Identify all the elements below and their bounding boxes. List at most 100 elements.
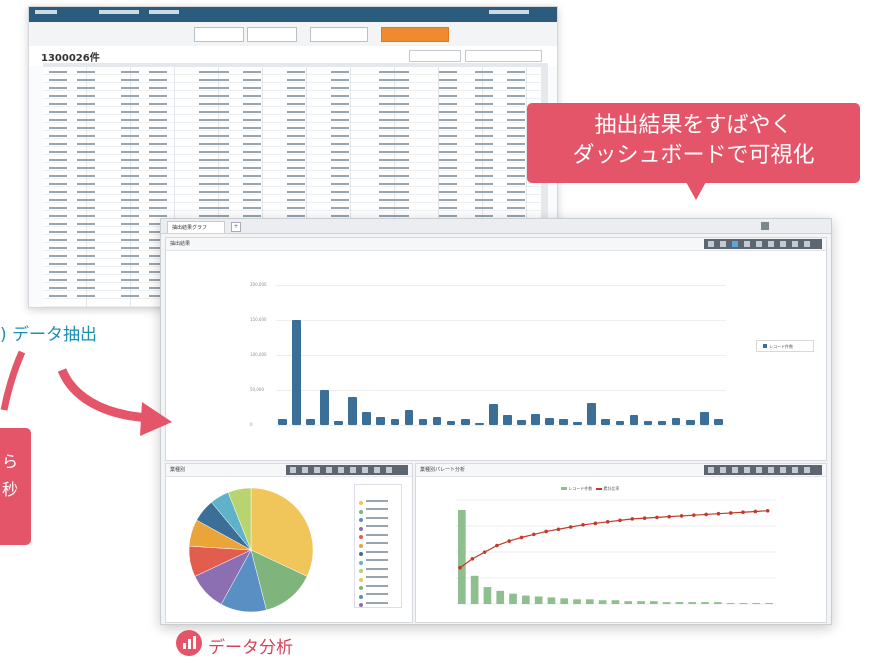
pareto-bar[interactable]: [560, 598, 569, 604]
export-button[interactable]: [381, 27, 449, 42]
pareto-bar[interactable]: [701, 602, 709, 604]
gridline: [276, 425, 726, 426]
bar[interactable]: [446, 420, 456, 425]
pareto-point[interactable]: [581, 523, 585, 527]
bar[interactable]: [432, 416, 442, 425]
bar[interactable]: [545, 418, 554, 425]
pareto-toolbar[interactable]: [704, 465, 822, 475]
pareto-point[interactable]: [692, 513, 696, 517]
pareto-bar[interactable]: [586, 599, 594, 604]
pareto-point[interactable]: [667, 514, 672, 519]
bar[interactable]: [643, 420, 653, 425]
view-tab-button-2[interactable]: [247, 27, 297, 42]
bar[interactable]: [376, 416, 386, 425]
bar[interactable]: [334, 420, 343, 425]
pareto-bar[interactable]: [637, 601, 645, 604]
pareto-bar[interactable]: [714, 602, 722, 604]
pareto-bar[interactable]: [739, 603, 748, 604]
pareto-bar[interactable]: [688, 602, 697, 604]
pareto-bar[interactable]: [573, 599, 581, 604]
pareto-bar[interactable]: [509, 593, 517, 604]
pareto-point[interactable]: [741, 510, 745, 515]
bar[interactable]: [278, 419, 287, 425]
filter-button[interactable]: [409, 50, 461, 62]
pareto-bar[interactable]: [752, 603, 761, 604]
pareto-bar[interactable]: [624, 601, 633, 604]
pareto-point[interactable]: [507, 539, 512, 543]
bar[interactable]: [474, 422, 484, 425]
view-tab-button-1[interactable]: [194, 27, 244, 42]
table-cell: [439, 167, 457, 169]
bar[interactable]: [629, 415, 639, 425]
bar[interactable]: [685, 420, 695, 425]
pareto-point[interactable]: [458, 565, 462, 570]
bar[interactable]: [699, 412, 709, 425]
pareto-point[interactable]: [642, 516, 647, 520]
pareto-point[interactable]: [765, 508, 770, 513]
bar[interactable]: [404, 409, 414, 425]
pareto-point[interactable]: [704, 512, 708, 517]
pareto-point[interactable]: [556, 527, 561, 532]
bar[interactable]: [671, 418, 681, 425]
pareto-bar[interactable]: [675, 602, 684, 604]
pareto-point[interactable]: [753, 509, 758, 514]
bar[interactable]: [657, 420, 667, 425]
bar[interactable]: [573, 421, 583, 425]
pareto-point[interactable]: [679, 514, 684, 518]
bar[interactable]: [531, 413, 540, 425]
bar[interactable]: [517, 420, 526, 425]
bar[interactable]: [292, 320, 301, 425]
bar[interactable]: [601, 419, 611, 425]
table-cell: [439, 207, 457, 209]
table-cell: [199, 127, 229, 129]
bar[interactable]: [362, 412, 372, 425]
pareto-point[interactable]: [482, 550, 487, 554]
pareto-bar[interactable]: [534, 596, 543, 604]
bar[interactable]: [488, 404, 498, 425]
tab-extract-results[interactable]: 抽出結果グラフ: [167, 221, 225, 233]
pareto-bar[interactable]: [470, 575, 479, 604]
pareto-point[interactable]: [593, 521, 598, 526]
pareto-point[interactable]: [495, 543, 499, 548]
bar[interactable]: [713, 418, 723, 425]
bar[interactable]: [348, 397, 358, 425]
pareto-bar[interactable]: [496, 590, 505, 604]
pareto-point[interactable]: [544, 529, 548, 534]
pareto-bar[interactable]: [765, 603, 773, 604]
pareto-point[interactable]: [655, 515, 659, 520]
chart-toolbar[interactable]: [704, 239, 822, 249]
bar[interactable]: [615, 420, 625, 425]
pareto-bar[interactable]: [458, 510, 466, 604]
bar[interactable]: [503, 415, 512, 425]
pie-toolbar[interactable]: [286, 465, 408, 475]
print-icon[interactable]: [761, 222, 769, 230]
table-cell: [199, 143, 229, 145]
pareto-bar[interactable]: [522, 595, 530, 604]
pareto-bar[interactable]: [662, 602, 671, 604]
pareto-point[interactable]: [618, 518, 622, 523]
bar[interactable]: [559, 418, 568, 425]
pareto-bar[interactable]: [547, 597, 556, 604]
bar[interactable]: [390, 418, 400, 425]
pareto-bar[interactable]: [650, 601, 658, 604]
pareto-bar[interactable]: [726, 603, 735, 604]
pareto-point[interactable]: [532, 532, 536, 537]
bar[interactable]: [320, 390, 329, 425]
pareto-point[interactable]: [630, 517, 635, 521]
bar[interactable]: [587, 402, 597, 425]
bar[interactable]: [418, 419, 428, 425]
add-tab-button[interactable]: +: [231, 222, 241, 232]
bar[interactable]: [460, 419, 470, 425]
pareto-point[interactable]: [519, 535, 524, 540]
pareto-bar[interactable]: [483, 587, 492, 604]
pareto-bar[interactable]: [611, 600, 620, 604]
dashboard-button[interactable]: [465, 50, 542, 62]
pareto-point[interactable]: [728, 511, 733, 515]
pareto-point[interactable]: [605, 520, 610, 524]
bar[interactable]: [306, 418, 315, 425]
view-tab-button-3[interactable]: [310, 27, 368, 42]
pareto-bar[interactable]: [598, 600, 607, 604]
pareto-point[interactable]: [470, 557, 475, 561]
pareto-point[interactable]: [568, 525, 573, 529]
pareto-point[interactable]: [716, 511, 721, 516]
